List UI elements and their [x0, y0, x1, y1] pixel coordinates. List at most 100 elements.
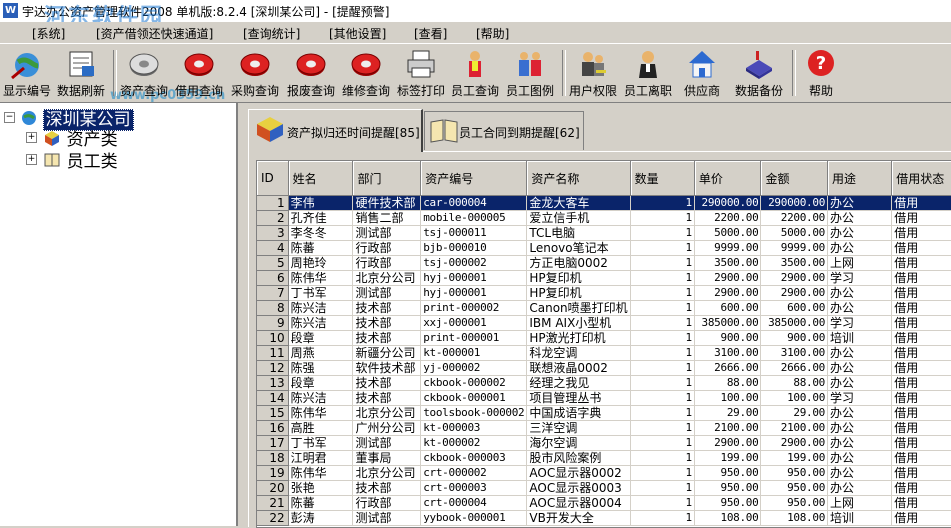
table-row[interactable]: 9 陈兴洁 技术部 xxj-000001 IBM AIX小型机 1 385000.00 385…	[257, 315, 951, 331]
unit-price-cell: 2900.00	[694, 270, 762, 286]
asset-reminder-grid[interactable]: ID 姓名 部门 资产编号 资产名称 数量 单价 金额 用途 借用状态 1 李伟 硬件技术部 car-0…	[256, 160, 951, 528]
table-row[interactable]: 22 彭涛 测试部 yybook-000001 VB开发大全 1 108.00 108.00 培…	[257, 510, 951, 526]
usage-cell: 办公	[827, 420, 893, 436]
amount-cell: 108.00	[760, 510, 829, 526]
purchase-query-button[interactable]: 采购查询	[228, 46, 282, 100]
menu-help[interactable]: [帮助]	[476, 25, 509, 42]
col-id-header[interactable]: ID	[257, 161, 289, 196]
show-code-button[interactable]: 显示编号	[2, 46, 52, 100]
table-row[interactable]: 11 周燕 新疆分公司 kt-000001 科龙空调 1 3100.00 3100.00 办公借…	[257, 345, 951, 361]
collapse-icon[interactable]: −	[4, 112, 15, 123]
table-row[interactable]: 13 段章 技术部 ckbook-000002 经理之我见 1 88.00 88.00 办公 借用	[257, 375, 951, 391]
table-row[interactable]: 7 丁书军 测试部 hyj-000001 HP复印机 1 2900.00 2900.00 办公借…	[257, 285, 951, 301]
borrow-status-cell: 借用	[891, 375, 951, 391]
table-row[interactable]: 16 高胜 广州分公司 kt-000003 三洋空调 1 2100.00 2100.00 办公借…	[257, 420, 951, 436]
table-row[interactable]: 18 江明君 董事局 ckbook-000003 股市风险案例 1 199.00 199.00…	[257, 450, 951, 466]
row-id-cell: 4	[257, 240, 289, 256]
unit-price-cell: 2200.00	[694, 210, 762, 226]
table-row[interactable]: 2 孔齐佳 销售二部 mobile-000005 爱立信手机 1 2200.00 2200.0…	[257, 210, 951, 226]
asset-name-cell: TCL电脑	[526, 225, 631, 241]
table-row[interactable]: 10 段章 技术部 print-000001 HP激光打印机 1 900.00 900.00 培…	[257, 330, 951, 346]
asset-name-cell: HP激光打印机	[526, 330, 631, 346]
tree-node-staff[interactable]: + 员工类	[26, 147, 118, 172]
asset-code-cell: kt-000002	[420, 435, 528, 451]
table-row[interactable]: 1 李伟 硬件技术部 car-000004 金龙大客车 1 290000.00 290000.…	[257, 195, 951, 211]
department-cell: 技术部	[352, 315, 422, 331]
scrap-query-button[interactable]: 报废查询	[284, 46, 338, 100]
data-backup-button[interactable]: 数据备份	[731, 46, 787, 100]
unit-price-cell: 3100.00	[694, 345, 762, 361]
backup-drive-icon	[746, 51, 772, 79]
staff-leave-button[interactable]: 员工离职	[621, 46, 675, 100]
table-row[interactable]: 19 陈伟华 北京分公司 crt-000002 AOC显示器0002 1 950.00 950…	[257, 465, 951, 481]
col-unit-price-header[interactable]: 单价	[694, 161, 762, 196]
col-amount-header[interactable]: 金额	[760, 161, 829, 196]
row-id-cell: 13	[257, 375, 289, 391]
col-qty-header[interactable]: 数量	[630, 161, 695, 196]
refresh-button[interactable]: 数据刷新	[55, 46, 107, 100]
row-id-cell: 14	[257, 390, 289, 406]
table-row[interactable]: 17 丁书军 测试部 kt-000002 海尔空调 1 2900.00 2900.00 办公 借用	[257, 435, 951, 451]
asset-code-cell: tsj-000002	[420, 255, 528, 271]
asset-name-cell: HP复印机	[526, 285, 631, 301]
help-button[interactable]: ? 帮助	[800, 46, 842, 100]
expand-icon[interactable]: +	[26, 132, 37, 143]
col-asset-code-header[interactable]: 资产编号	[420, 161, 528, 196]
expand-icon[interactable]: +	[26, 154, 37, 165]
quantity-cell: 1	[630, 435, 695, 451]
menu-bar: [系统] [资产借领还快速通道] [查询统计] [其他设置] [查看] [帮助]	[0, 22, 951, 42]
unit-price-cell: 2900.00	[694, 435, 762, 451]
asset-code-cell: kt-000003	[420, 420, 528, 436]
table-row[interactable]: 5 周艳玲 行政部 tsj-000002 方正电脑0002 1 3500.00 3500.00…	[257, 255, 951, 271]
menu-other-settings[interactable]: [其他设置]	[329, 25, 386, 42]
table-row[interactable]: 6 陈伟华 北京分公司 hyj-000001 HP复印机 1 2900.00 2900.00 学…	[257, 270, 951, 286]
menu-view[interactable]: [查看]	[414, 25, 447, 42]
unit-price-cell: 2666.00	[694, 360, 762, 376]
asset-code-cell: ckbook-000003	[420, 450, 528, 466]
table-row[interactable]: 4 陈蕃 行政部 bjb-000010 Lenovo笔记本 1 9999.00 9999.00…	[257, 240, 951, 256]
person-icon	[469, 51, 481, 77]
tab-asset-return[interactable]: 资产拟归还时间提醒[85]	[248, 109, 423, 152]
col-usage-header[interactable]: 用途	[827, 161, 893, 196]
reminder-panel: 资产拟归还时间提醒[85] 员工合同到期提醒[62] ID 姓名 部门 资产编号 资产名…	[240, 103, 951, 528]
usage-cell: 上网	[827, 495, 893, 511]
borrow-query-button[interactable]: 借用查询	[173, 46, 225, 100]
unit-price-cell: 29.00	[694, 405, 762, 421]
col-dept-header[interactable]: 部门	[352, 161, 422, 196]
usage-cell: 办公	[827, 375, 893, 391]
asset-query-button[interactable]: 资产查询	[118, 46, 170, 100]
staff-chart-button[interactable]: 员工图例	[503, 46, 557, 100]
unit-price-cell: 2900.00	[694, 285, 762, 301]
table-row[interactable]: 3 李冬冬 测试部 tsj-000011 TCL电脑 1 5000.00 5000.00 办公借…	[257, 225, 951, 241]
usage-cell: 培训	[827, 510, 893, 526]
staff-name-cell: 孔齐佳	[288, 210, 354, 226]
quantity-cell: 1	[630, 450, 695, 466]
supplier-button[interactable]: 供应商	[680, 46, 724, 100]
toolbar: www.pc0359.cn 显示编号 数据刷新 资产查询 借用查询 采购查询 报…	[0, 43, 951, 103]
staff-query-button[interactable]: 员工查询	[449, 46, 501, 100]
people-icon	[519, 52, 541, 76]
menu-system[interactable]: [系统]	[32, 25, 65, 42]
table-row[interactable]: 21 陈蕃 行政部 crt-000004 AOC显示器0004 1 950.00 950.00…	[257, 495, 951, 511]
repair-query-button[interactable]: 维修查询	[339, 46, 393, 100]
table-row[interactable]: 14 陈兴洁 技术部 ckbook-000001 项目管理丛书 1 100.00 100.00…	[257, 390, 951, 406]
user-rights-button[interactable]: 用户权限	[566, 46, 620, 100]
title-bar: W 宇达办公资产管理软件2008 单机版:8.2.4 [深圳某公司] - [提醒…	[0, 0, 951, 30]
table-row[interactable]: 8 陈兴洁 技术部 print-000002 Canon喷墨打印机 1 600.00 600.…	[257, 300, 951, 316]
table-row[interactable]: 12 陈强 软件技术部 yj-000002 联想液晶0002 1 2666.00 2666.0…	[257, 360, 951, 376]
table-row[interactable]: 20 张艳 技术部 crt-000003 AOC显示器0003 1 950.00 950.00…	[257, 480, 951, 496]
col-asset-name-header[interactable]: 资产名称	[526, 161, 631, 196]
row-id-cell: 11	[257, 345, 289, 361]
table-row[interactable]: 15 陈伟华 北京分公司 toolsbook-000002 中国成语字典 1 29.00 29…	[257, 405, 951, 421]
label-print-button[interactable]: 标签打印	[394, 46, 448, 100]
menu-query-stats[interactable]: [查询统计]	[243, 25, 300, 42]
tab-contract-expiry[interactable]: 员工合同到期提醒[62]	[424, 111, 584, 150]
cube-icon	[44, 130, 59, 146]
staff-name-cell: 丁书军	[288, 285, 354, 301]
quantity-cell: 1	[630, 195, 695, 211]
row-id-cell: 12	[257, 360, 289, 376]
col-name-header[interactable]: 姓名	[288, 161, 354, 196]
menu-quick-channel[interactable]: [资产借领还快速通道]	[96, 25, 213, 42]
col-borrow-status-header[interactable]: 借用状态	[891, 161, 951, 196]
org-tree: − 深圳某公司 + 资产类 + 员工类	[0, 103, 238, 526]
